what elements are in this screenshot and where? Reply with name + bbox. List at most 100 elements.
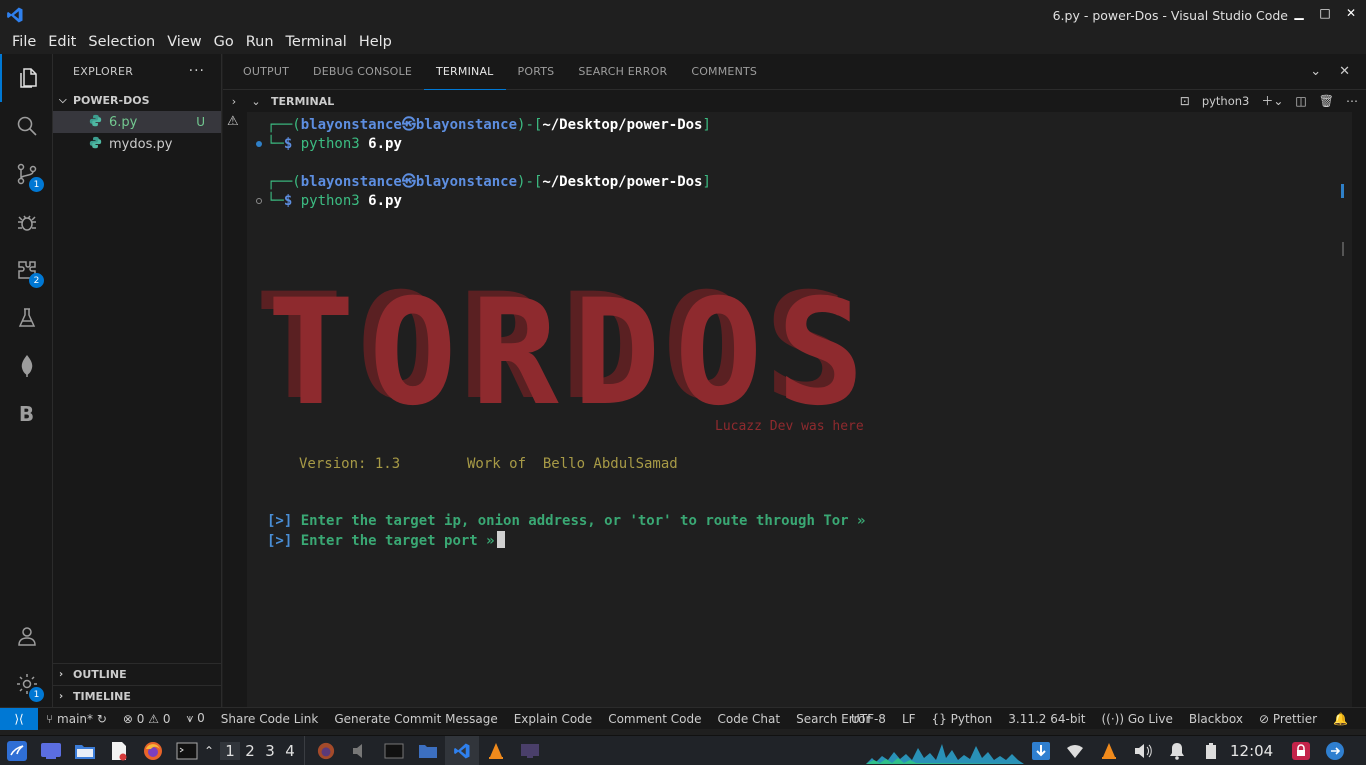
file-mydos-py[interactable]: mydos.py bbox=[53, 133, 221, 155]
wifi-icon[interactable] bbox=[1058, 736, 1092, 765]
prettier-status[interactable]: ⊘ Prettier bbox=[1251, 712, 1325, 726]
battery-icon[interactable] bbox=[1194, 736, 1228, 765]
terminal-window-icon[interactable] bbox=[377, 736, 411, 765]
account-icon[interactable] bbox=[0, 612, 53, 660]
terminal-shell-name[interactable]: python3 bbox=[1202, 94, 1250, 108]
firefox-icon[interactable] bbox=[136, 736, 170, 765]
comment-code[interactable]: Comment Code bbox=[600, 712, 709, 726]
chevron-up-icon[interactable]: ⌃ bbox=[204, 744, 214, 758]
split-terminal-icon[interactable]: ◫ bbox=[1295, 94, 1306, 108]
workspace-3[interactable]: 3 bbox=[260, 742, 280, 760]
menu-go[interactable]: Go bbox=[208, 34, 240, 50]
chevron-down-icon[interactable]: ⌄ bbox=[245, 95, 267, 108]
file-6-py[interactable]: 6.py U bbox=[53, 111, 221, 133]
lock-screen-icon[interactable] bbox=[1284, 736, 1318, 765]
notifications-bell-icon[interactable]: 🔔 bbox=[1325, 712, 1356, 726]
scrollbar-marker[interactable] bbox=[1341, 184, 1344, 198]
tab-ports[interactable]: PORTS bbox=[506, 54, 567, 90]
vlc-window-icon[interactable] bbox=[479, 736, 513, 765]
outline-section[interactable]: › OUTLINE bbox=[53, 663, 221, 685]
mongodb-leaf-icon[interactable] bbox=[0, 342, 53, 390]
menu-file[interactable]: File bbox=[6, 34, 42, 50]
ports-status[interactable]: ⩛ 0 bbox=[179, 711, 213, 726]
clock[interactable]: 12:04 bbox=[1230, 742, 1273, 760]
settings-gear-icon[interactable]: 1 bbox=[0, 660, 53, 708]
workspace-2[interactable]: 2 bbox=[240, 742, 260, 760]
terminal-output[interactable]: ┌──(blayonstance㉿blayonstance)-[~/Deskto… bbox=[247, 112, 1352, 707]
status-bar: ⟩⟨ ⑂ main* ↻ ⊗ 0 ⚠ 0 ⩛ 0 Share Code Link… bbox=[0, 707, 1366, 730]
workspace-1[interactable]: 1 bbox=[220, 741, 241, 760]
more-actions-icon[interactable]: ··· bbox=[189, 63, 205, 79]
file-name: 6.py bbox=[109, 114, 138, 130]
command-running-marker[interactable] bbox=[256, 198, 262, 204]
command-success-marker[interactable] bbox=[256, 141, 262, 147]
go-live-button[interactable]: ((·)) Go Live bbox=[1094, 712, 1181, 726]
testing-icon[interactable] bbox=[0, 294, 53, 342]
notification-bell-icon[interactable] bbox=[1160, 736, 1194, 765]
menu-run[interactable]: Run bbox=[240, 34, 280, 50]
blackbox-icon[interactable]: B bbox=[0, 390, 53, 438]
new-terminal-icon[interactable]: ＋⌄ bbox=[1261, 92, 1283, 109]
share-code-link[interactable]: Share Code Link bbox=[213, 712, 327, 726]
logout-icon[interactable] bbox=[1318, 736, 1352, 765]
untracked-status: U bbox=[196, 115, 205, 129]
volume-icon[interactable] bbox=[1126, 736, 1160, 765]
explain-code[interactable]: Explain Code bbox=[506, 712, 600, 726]
files-window-icon[interactable] bbox=[411, 736, 445, 765]
branch-status[interactable]: ⑂ main* ↻ bbox=[38, 712, 115, 726]
source-control-icon[interactable]: 1 bbox=[0, 150, 53, 198]
trash-icon[interactable]: 🗑 bbox=[1319, 94, 1334, 108]
folder-name: POWER-DOS bbox=[73, 93, 150, 107]
explorer-icon[interactable] bbox=[0, 54, 53, 102]
terminal-app-icon[interactable] bbox=[170, 736, 204, 765]
tab-comments[interactable]: COMMENTS bbox=[679, 54, 769, 90]
menu-help[interactable]: Help bbox=[353, 34, 398, 50]
interpreter-status[interactable]: 3.11.2 64-bit bbox=[1000, 712, 1093, 726]
menu-selection[interactable]: Selection bbox=[82, 34, 161, 50]
panel-tabs: OUTPUT DEBUG CONSOLE TERMINAL PORTS SEAR… bbox=[223, 54, 1366, 90]
menu-view[interactable]: View bbox=[161, 34, 207, 50]
code-chat[interactable]: Code Chat bbox=[710, 712, 789, 726]
workspace-4[interactable]: 4 bbox=[280, 742, 300, 760]
tab-debug-console[interactable]: DEBUG CONSOLE bbox=[301, 54, 424, 90]
tab-output[interactable]: OUTPUT bbox=[231, 54, 301, 90]
language-status[interactable]: {} Python bbox=[924, 712, 1001, 726]
menu-terminal[interactable]: Terminal bbox=[280, 34, 353, 50]
screen-window-icon[interactable] bbox=[513, 736, 547, 765]
kali-menu-icon[interactable] bbox=[0, 736, 34, 765]
remote-indicator-icon[interactable]: ⟩⟨ bbox=[0, 707, 38, 730]
desktop-icon[interactable] bbox=[34, 736, 68, 765]
more-actions-icon[interactable]: ⋯ bbox=[1346, 94, 1358, 108]
volume-window-icon[interactable] bbox=[343, 736, 377, 765]
scrollbar-marker[interactable] bbox=[1342, 242, 1344, 256]
broadcast-icon: ((·)) bbox=[1101, 711, 1125, 726]
chevron-right-icon[interactable]: › bbox=[223, 95, 245, 108]
maximize-button[interactable]: □ bbox=[1318, 6, 1332, 20]
eol-status[interactable]: LF bbox=[894, 712, 924, 726]
chevron-down-icon[interactable]: ⌄ bbox=[1310, 64, 1321, 79]
blackbox-status[interactable]: Blackbox bbox=[1181, 712, 1251, 726]
extensions-icon[interactable]: 2 bbox=[0, 246, 53, 294]
vlc-tray-icon[interactable] bbox=[1092, 736, 1126, 765]
generate-commit-message[interactable]: Generate Commit Message bbox=[326, 712, 505, 726]
explorer-header: EXPLORER ··· bbox=[53, 54, 221, 89]
debug-icon[interactable] bbox=[0, 198, 53, 246]
problems-status[interactable]: ⊗ 0 ⚠ 0 bbox=[115, 712, 179, 726]
folder-power-dos[interactable]: ⌵ POWER-DOS bbox=[53, 89, 221, 111]
text-editor-icon[interactable] bbox=[102, 736, 136, 765]
close-panel-icon[interactable]: ✕ bbox=[1339, 64, 1350, 79]
download-icon[interactable] bbox=[1024, 736, 1058, 765]
encoding-status[interactable]: UTF-8 bbox=[843, 712, 894, 726]
tab-terminal[interactable]: TERMINAL bbox=[424, 54, 506, 90]
close-window-button[interactable]: ✕ bbox=[1344, 6, 1358, 20]
timeline-section[interactable]: › TIMELINE bbox=[53, 685, 221, 707]
tab-search-error[interactable]: SEARCH ERROR bbox=[566, 54, 679, 90]
search-icon[interactable] bbox=[0, 102, 53, 150]
file-manager-icon[interactable] bbox=[68, 736, 102, 765]
vscode-window-icon[interactable] bbox=[445, 735, 480, 765]
firefox-window-icon[interactable] bbox=[309, 736, 343, 765]
minimize-button[interactable]: ▁ bbox=[1292, 6, 1306, 20]
double-check-icon: ⊘ bbox=[1259, 711, 1270, 726]
menu-edit[interactable]: Edit bbox=[42, 34, 82, 50]
extensions-badge: 2 bbox=[29, 273, 44, 288]
